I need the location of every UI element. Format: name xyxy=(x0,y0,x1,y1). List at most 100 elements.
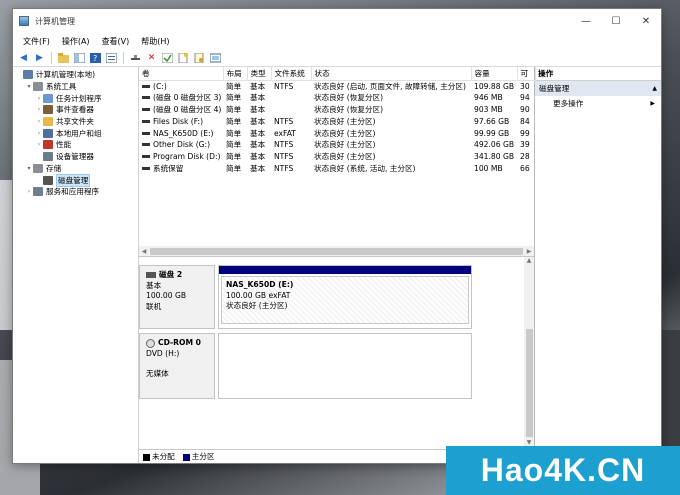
volume-cell: 30 xyxy=(520,81,530,91)
tree-item[interactable]: › 本地用户和组 xyxy=(13,127,138,139)
partition-block[interactable]: NAS_K650D (E:) 100.00 GB exFAT 状态良好 (主分区… xyxy=(218,265,472,329)
maximize-button[interactable]: ☐ xyxy=(601,9,631,33)
collapse-up-icon[interactable]: ▲ xyxy=(652,85,657,92)
volume-cell: NTFS xyxy=(274,163,294,173)
menu-action[interactable]: 操作(A) xyxy=(56,36,96,47)
cd-rom-icon xyxy=(146,338,155,348)
volume-row[interactable]: NAS_K650D (E:) 简单 基本 exFAT 状态良好 (主分区) 99.99 G… xyxy=(139,127,535,139)
forward-arrow-icon[interactable]: ▶ xyxy=(33,51,46,64)
volume-cell: 系统保留 xyxy=(139,163,223,175)
scroll-right-icon[interactable]: ▶ xyxy=(524,248,534,255)
column-header[interactable]: 可 xyxy=(517,67,536,81)
volume-cell: 状态良好 (主分区) xyxy=(314,140,376,150)
disk-type: DVD (H:) xyxy=(146,348,180,358)
column-header[interactable]: 布局 xyxy=(223,67,248,81)
volume-row[interactable]: Other Disk (G:) 简单 基本 NTFS 状态良好 (主分区) 492.06 … xyxy=(139,139,535,151)
column-header[interactable]: 容量 xyxy=(471,67,518,81)
tree-item[interactable]: › 事件查看器 xyxy=(13,104,138,116)
scroll-left-icon[interactable]: ◀ xyxy=(139,248,149,255)
tree-item[interactable]: 计算机管理(本地) xyxy=(13,69,138,81)
more-actions-label: 更多操作 xyxy=(553,98,584,108)
volume-cell: 简单 xyxy=(226,140,242,150)
close-button[interactable]: ✕ xyxy=(631,9,661,33)
expand-arrow-icon[interactable]: › xyxy=(35,141,43,148)
column-header[interactable]: 类型 xyxy=(247,67,272,81)
expand-arrow-icon[interactable]: › xyxy=(35,95,43,102)
volume-icon xyxy=(142,143,150,147)
expand-arrow-icon[interactable]: › xyxy=(25,188,33,195)
help-icon[interactable]: ? xyxy=(89,51,102,64)
volume-cell: NTFS xyxy=(274,116,294,126)
actions-section-disk-management[interactable]: 磁盘管理 ▲ xyxy=(535,81,661,96)
disk-2-label[interactable]: 磁盘 2 基本 100.00 GB 联机 xyxy=(139,265,215,329)
volume-cell: 90 xyxy=(520,104,530,114)
settings-icon[interactable] xyxy=(209,51,222,64)
tree-item[interactable]: › 共享文件夹 xyxy=(13,116,138,128)
tree-item[interactable]: ▾ 存储 xyxy=(13,163,138,175)
expand-arrow-icon[interactable]: ▾ xyxy=(25,83,33,90)
more-actions-item[interactable]: 更多操作 ▶ xyxy=(535,96,661,110)
expand-arrow-icon[interactable]: › xyxy=(35,118,43,125)
new-document-icon[interactable] xyxy=(177,51,190,64)
show-hide-tree-icon[interactable] xyxy=(73,51,86,64)
tree-node-icon xyxy=(43,152,53,162)
vertical-scrollbar[interactable]: ▲ ▼ xyxy=(524,257,534,449)
expand-arrow-icon[interactable]: ▾ xyxy=(25,165,33,172)
tree-item-label: 本地用户和组 xyxy=(56,128,102,138)
properties-icon[interactable] xyxy=(105,51,118,64)
tree-item[interactable]: 设备管理器 xyxy=(13,151,138,163)
volume-row[interactable]: 系统保留 简单 基本 NTFS 状态良好 (系统, 活动, 主分区) 100 MB 66 xyxy=(139,163,535,175)
volume-icon xyxy=(142,107,150,111)
menu-view[interactable]: 查看(V) xyxy=(96,36,136,47)
expand-arrow-icon[interactable]: › xyxy=(35,106,43,113)
connect-icon[interactable] xyxy=(129,51,142,64)
tree-node-icon xyxy=(43,93,53,103)
menu-help[interactable]: 帮助(H) xyxy=(135,36,175,47)
horizontal-scrollbar[interactable]: ◀ ▶ xyxy=(139,246,534,256)
volume-list: 卷布局 类型 文件系统 状态 容量可 (C:) 简单 基本 NTFS 状态良好 (启动, 页面文… xyxy=(139,67,536,257)
tree-item[interactable]: › 服务和应用程序 xyxy=(13,186,138,198)
scrollbar-thumb[interactable] xyxy=(150,247,523,255)
tree-item[interactable]: 磁盘管理 xyxy=(13,173,138,187)
volume-cell: 状态良好 (启动, 页面文件, 故障转储, 主分区) xyxy=(314,81,466,91)
expand-arrow-icon[interactable]: › xyxy=(35,130,43,137)
volume-row[interactable]: (磁盘 0 磁盘分区 4) 简单 基本 状态良好 (恢复分区) 903 MB 90 xyxy=(139,104,535,116)
delete-icon[interactable]: ✕ xyxy=(145,51,158,64)
volume-cell: 99 xyxy=(520,128,530,138)
volume-icon xyxy=(142,155,150,159)
volume-row[interactable]: Files Disk (F:) 简单 基本 NTFS 状态良好 (主分区) 97.66 G… xyxy=(139,115,535,127)
legend-item: 未分配 xyxy=(143,451,175,462)
volume-row[interactable]: Program Disk (D:) 简单 基本 NTFS 状态良好 (主分区) 341.8… xyxy=(139,151,535,163)
primary-partition-bar xyxy=(219,266,471,274)
partition-size-fs: 100.00 GB exFAT xyxy=(226,290,291,300)
back-arrow-icon[interactable]: ◀ xyxy=(17,51,30,64)
partition-status: 状态良好 (主分区) xyxy=(226,301,288,310)
volume-cell: 状态良好 (恢复分区) xyxy=(314,93,384,103)
title-bar[interactable]: 计算机管理 — ☐ ✕ xyxy=(13,9,661,33)
column-header[interactable]: 状态 xyxy=(311,67,472,81)
check-icon[interactable] xyxy=(161,51,174,64)
minimize-button[interactable]: — xyxy=(571,9,601,33)
volume-cell: 66 xyxy=(520,163,530,173)
volume-cell: 简单 xyxy=(226,128,242,138)
hard-disk-icon xyxy=(146,272,156,279)
partition-body[interactable]: NAS_K650D (E:) 100.00 GB exFAT 状态良好 (主分区… xyxy=(221,276,469,324)
open-document-icon[interactable] xyxy=(193,51,206,64)
column-header[interactable]: 文件系统 xyxy=(271,67,312,81)
cdrom-label[interactable]: CD-ROM 0 DVD (H:) 无媒体 xyxy=(139,333,215,399)
volume-icon xyxy=(142,131,150,135)
tree-item-label: 系统工具 xyxy=(46,82,77,92)
tree-item[interactable]: ▾ 系统工具 xyxy=(13,81,138,93)
scrollbar-thumb[interactable] xyxy=(525,329,533,437)
up-folder-icon[interactable] xyxy=(57,51,70,64)
volume-row[interactable]: (磁盘 0 磁盘分区 3) 简单 基本 状态良好 (恢复分区) 946 MB 94 xyxy=(139,92,535,104)
tree-item[interactable]: › 任务计划程序 xyxy=(13,92,138,104)
column-header[interactable]: 卷 xyxy=(139,67,224,81)
volume-cell: (磁盘 0 磁盘分区 3) xyxy=(139,92,223,104)
scroll-up-icon[interactable]: ▲ xyxy=(527,257,532,267)
volume-row[interactable]: (C:) 简单 基本 NTFS 状态良好 (启动, 页面文件, 故障转储, 主分区) 10… xyxy=(139,80,535,92)
tree-item[interactable]: › 性能 xyxy=(13,139,138,151)
volume-cell xyxy=(271,104,311,116)
volume-cell: Program Disk (D:) xyxy=(139,151,223,163)
menu-file[interactable]: 文件(F) xyxy=(17,36,56,47)
